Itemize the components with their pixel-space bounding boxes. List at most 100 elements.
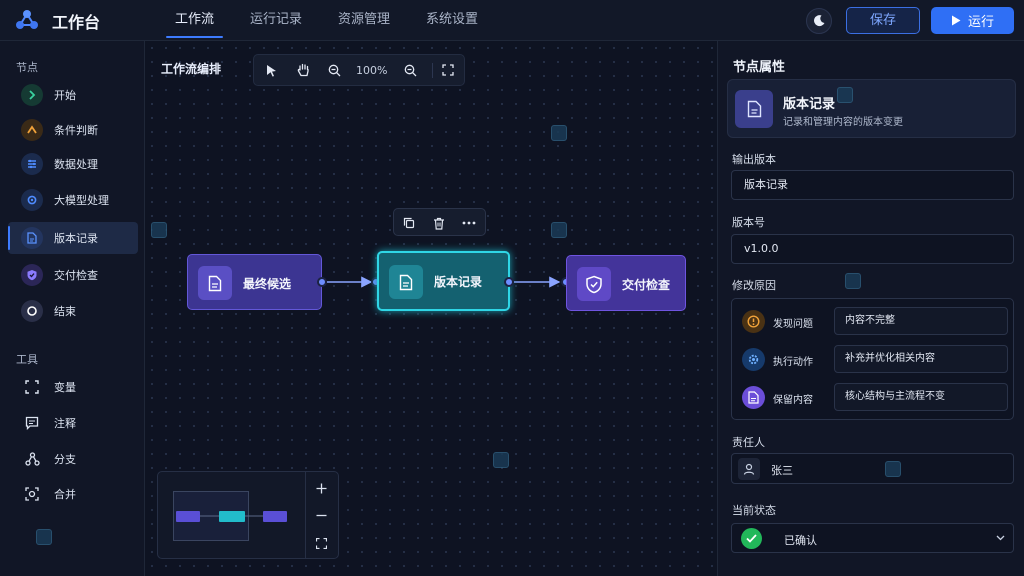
owner-label: 责任人 (732, 436, 765, 449)
owner-name: 张三 (771, 464, 793, 477)
status-select[interactable]: 已确认 (731, 523, 1014, 553)
watermark-icon (845, 273, 861, 289)
sidebar-item-version-record[interactable]: 版本记录 (8, 222, 138, 254)
run-button-label: 运行 (967, 15, 994, 30)
node-label: 交付检查 (622, 278, 671, 292)
gear-icon (742, 348, 765, 371)
sidebar-item-label: 分支 (54, 453, 76, 466)
document-icon (198, 266, 232, 300)
play-icon (951, 15, 961, 26)
sidebar-item-label: 大模型处理 (54, 194, 109, 207)
owner-field[interactable]: 张三 (731, 453, 1014, 484)
sidebar-item-condition[interactable]: 条件判断 (8, 114, 138, 146)
version-number-label: 版本号 (732, 216, 765, 229)
reason-row-label: 执行动作 (773, 357, 813, 368)
app-title: 工作台 (52, 13, 101, 32)
output-version-field[interactable]: 版本记录 (731, 170, 1014, 200)
moon-icon (814, 15, 825, 27)
nodes-section-title: 节点 (16, 61, 38, 74)
workflow-logo-icon[interactable] (15, 9, 39, 31)
watermark-icon (551, 222, 567, 238)
sidebar-item-label: 数据处理 (54, 158, 98, 171)
save-button[interactable]: 保存 (846, 7, 920, 34)
sidebar-tool-comment[interactable]: 注释 (8, 407, 138, 439)
version-number-field[interactable]: v1.0.0 (731, 234, 1014, 264)
output-port[interactable] (504, 277, 514, 287)
shield-check-icon (577, 267, 611, 301)
watermark-icon (885, 461, 901, 477)
sidebar-tool-fork[interactable]: 分支 (8, 443, 138, 475)
document-icon (389, 265, 423, 299)
sidebar-item-label: 合并 (54, 488, 76, 501)
sidebar-tool-merge[interactable]: 合并 (8, 478, 138, 510)
reason-issue-field[interactable]: 内容不完整 (834, 307, 1008, 335)
status-label: 当前状态 (732, 504, 776, 517)
sidebar-item-delivery-check[interactable]: 交付检查 (8, 259, 138, 291)
merge-icon (23, 485, 41, 503)
node-label: 最终候选 (243, 277, 292, 291)
summary-title: 版本记录 (783, 97, 836, 112)
minus-icon[interactable] (313, 507, 329, 523)
node-delivery-check[interactable]: 交付检查 (566, 255, 686, 311)
minimap-node (263, 511, 287, 522)
sidebar-item-end[interactable]: 结束 (8, 295, 138, 327)
node-version-record[interactable]: 版本记录 (377, 251, 510, 311)
watermark-icon (493, 452, 509, 468)
top-header: 工作台 工作流 运行记录 资源管理 系统设置 保存 运行 (0, 0, 1024, 41)
sidebar-item-label: 注释 (54, 417, 76, 430)
tab-resources[interactable]: 资源管理 (329, 0, 399, 41)
left-sidebar: 节点 开始 条件判断 数据处理 大模型处理 版本记录 交付检查 结束 工具 变量… (0, 41, 145, 576)
sidebar-item-label: 结束 (54, 305, 76, 318)
document-icon (742, 386, 765, 409)
brackets-icon (23, 378, 41, 396)
sidebar-item-label: 开始 (54, 89, 76, 102)
branch-icon (21, 119, 43, 141)
reason-keep-field[interactable]: 核心结构与主流程不变 (834, 383, 1008, 411)
tab-workflow[interactable]: 工作流 (166, 0, 224, 41)
sidebar-item-label: 版本记录 (54, 232, 98, 245)
gear-icon (21, 189, 43, 211)
main-nav: 工作流 运行记录 资源管理 系统设置 (166, 0, 505, 41)
output-port[interactable] (317, 277, 327, 287)
document-icon (735, 90, 773, 128)
watermark-icon (36, 529, 52, 545)
reason-row-keep: 保留内容 核心结构与主流程不变 (732, 383, 1013, 413)
sliders-icon (21, 153, 43, 175)
minimap-nodes (176, 511, 287, 522)
check-circle-icon (741, 528, 762, 549)
sidebar-item-llm[interactable]: 大模型处理 (8, 184, 138, 216)
stop-icon (21, 300, 43, 322)
node-final-candidate[interactable]: 最终候选 (187, 254, 322, 310)
node-summary-card: 版本记录 记录和管理内容的版本变更 (727, 79, 1016, 138)
watermark-icon (551, 125, 567, 141)
sidebar-item-start[interactable]: 开始 (8, 79, 138, 111)
tab-run-records[interactable]: 运行记录 (241, 0, 311, 41)
document-icon (21, 227, 43, 249)
reason-row-label: 发现问题 (773, 319, 813, 330)
reason-row-action: 执行动作 补充并优化相关内容 (732, 345, 1013, 375)
fit-view-icon[interactable] (313, 535, 329, 551)
watermark-icon (837, 87, 853, 103)
user-icon (738, 458, 760, 480)
plus-icon[interactable] (313, 480, 329, 496)
reason-row-label: 保留内容 (773, 395, 813, 406)
theme-toggle-button[interactable] (806, 8, 832, 34)
sidebar-tool-variable[interactable]: 变量 (8, 371, 138, 403)
summary-description: 记录和管理内容的版本变更 (783, 117, 903, 128)
chevron-down-icon (994, 532, 1006, 544)
run-button[interactable]: 运行 (931, 7, 1014, 34)
reason-label: 修改原因 (732, 279, 776, 292)
fork-icon (23, 450, 41, 468)
minimap[interactable] (157, 471, 339, 559)
minimap-node (176, 511, 200, 522)
comment-icon (23, 414, 41, 432)
tools-section-title: 工具 (16, 353, 38, 366)
status-value: 已确认 (784, 534, 817, 547)
workflow-canvas[interactable]: 工作流编排 100% 最终候选 版本记录 交付检查 (145, 41, 717, 576)
chevron-right-icon (21, 84, 43, 106)
tab-settings[interactable]: 系统设置 (417, 0, 487, 41)
reason-action-field[interactable]: 补充并优化相关内容 (834, 345, 1008, 373)
minimap-node (219, 511, 245, 522)
sidebar-item-data-processing[interactable]: 数据处理 (8, 148, 138, 180)
shield-check-icon (21, 264, 43, 286)
